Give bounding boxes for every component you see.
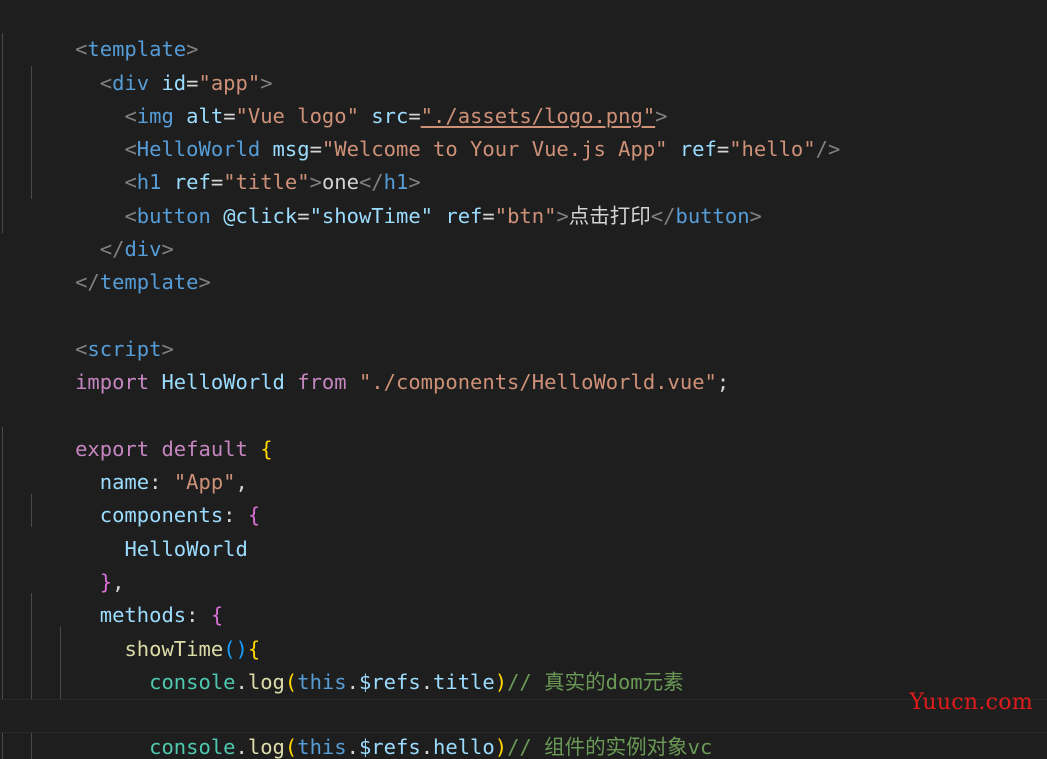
- code-content[interactable]: <template> <div id="app"> <img alt="Vue …: [0, 0, 1047, 759]
- code-line[interactable]: components: {: [0, 466, 1047, 527]
- code-line-current[interactable]: console.log(this.$refs.hello)// 组件的实例对象v…: [0, 699, 1047, 759]
- code-line[interactable]: console.log(this.$refs.btn)// 真实的dom元素: [0, 666, 1047, 727]
- code-line[interactable]: export default {: [0, 400, 1047, 461]
- code-line-empty[interactable]: [0, 366, 1047, 399]
- code-line[interactable]: <script>: [0, 300, 1047, 361]
- code-line-empty[interactable]: [0, 266, 1047, 299]
- code-editor[interactable]: <template> <div id="app"> <img alt="Vue …: [0, 0, 1047, 759]
- watermark-yuucn: Yuucn.com: [909, 690, 1033, 715]
- code-line[interactable]: HelloWorld: [0, 499, 1047, 561]
- code-line[interactable]: <HelloWorld msg="Welcome to Your Vue.js …: [0, 100, 1047, 161]
- code-line[interactable]: },: [0, 533, 1047, 594]
- code-line[interactable]: <h1 ref="title">one</h1>: [0, 133, 1047, 194]
- code-line[interactable]: </template>: [0, 233, 1047, 294]
- code-line[interactable]: <template>: [0, 0, 1047, 61]
- code-line[interactable]: <button @click="showTime" ref="btn">点击打印…: [0, 166, 1047, 228]
- code-line[interactable]: methods: {: [0, 566, 1047, 627]
- code-line[interactable]: <img alt="Vue logo" src="./assets/logo.p…: [0, 67, 1047, 128]
- code-line[interactable]: }: [0, 733, 1047, 759]
- code-line[interactable]: <div id="app">: [0, 33, 1047, 95]
- code-line[interactable]: name: "App",: [0, 433, 1047, 494]
- code-line[interactable]: import HelloWorld from "./components/Hel…: [0, 333, 1047, 394]
- code-line[interactable]: showTime(){: [0, 599, 1047, 661]
- code-line[interactable]: </div>: [0, 200, 1047, 261]
- code-line[interactable]: console.log(this.$refs.title)// 真实的dom元素: [0, 633, 1047, 694]
